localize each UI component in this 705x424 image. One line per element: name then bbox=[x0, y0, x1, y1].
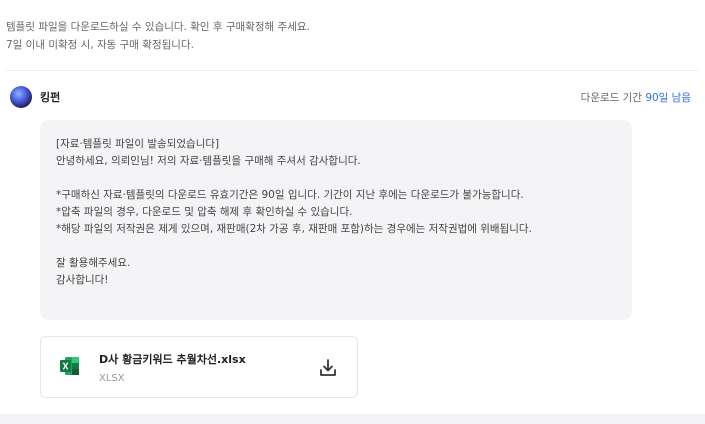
message-line: *압축 파일의 경우, 다운로드 및 압축 해제 후 확인하실 수 있습니다. bbox=[56, 206, 353, 218]
seller-avatar[interactable] bbox=[10, 86, 32, 108]
download-notice: 템플릿 파일을 다운로드하실 수 있습니다. 확인 후 구매확정해 주세요. 7… bbox=[6, 18, 310, 54]
file-type: XLSX bbox=[99, 373, 125, 384]
divider bbox=[6, 70, 699, 71]
footer-band bbox=[0, 414, 705, 424]
message-line: *구매하신 자료·템플릿의 다운로드 유효기간은 90일 입니다. 기간이 지난… bbox=[56, 189, 524, 201]
download-period-days: 90일 남음 bbox=[645, 91, 691, 104]
notice-line-1: 템플릿 파일을 다운로드하실 수 있습니다. 확인 후 구매확정해 주세요. bbox=[6, 21, 310, 33]
notice-line-2: 7일 이내 미확정 시, 자동 구매 확정됩니다. bbox=[6, 39, 194, 51]
download-icon[interactable] bbox=[317, 357, 339, 379]
file-attachment-card[interactable]: D사 황금키워드 추월차선.xlsx XLSX bbox=[40, 336, 358, 398]
message-line: 안녕하세요, 의뢰인님! 저의 자료·템플릿을 구매해 주셔서 감사합니다. bbox=[56, 155, 361, 167]
message-bubble: [자료·템플릿 파일이 발송되었습니다] 안녕하세요, 의뢰인님! 저의 자료·… bbox=[40, 120, 632, 320]
download-period: 다운로드 기간 90일 남음 bbox=[581, 90, 691, 105]
file-name[interactable]: D사 황금키워드 추월차선.xlsx bbox=[99, 351, 246, 367]
message-line: *해당 파일의 저작권은 제게 있으며, 재판매(2차 가공 후, 재판매 포함… bbox=[56, 223, 532, 235]
download-period-label: 다운로드 기간 bbox=[580, 91, 646, 104]
seller-header: 킹펀 다운로드 기간 90일 남음 bbox=[10, 86, 691, 108]
message-line: [자료·템플릿 파일이 발송되었습니다] bbox=[56, 138, 220, 150]
message-line: 잘 활용해주세요. bbox=[56, 257, 131, 269]
seller-name[interactable]: 킹펀 bbox=[40, 89, 60, 105]
excel-file-icon bbox=[60, 357, 79, 375]
message-line: 감사합니다! bbox=[56, 274, 109, 286]
